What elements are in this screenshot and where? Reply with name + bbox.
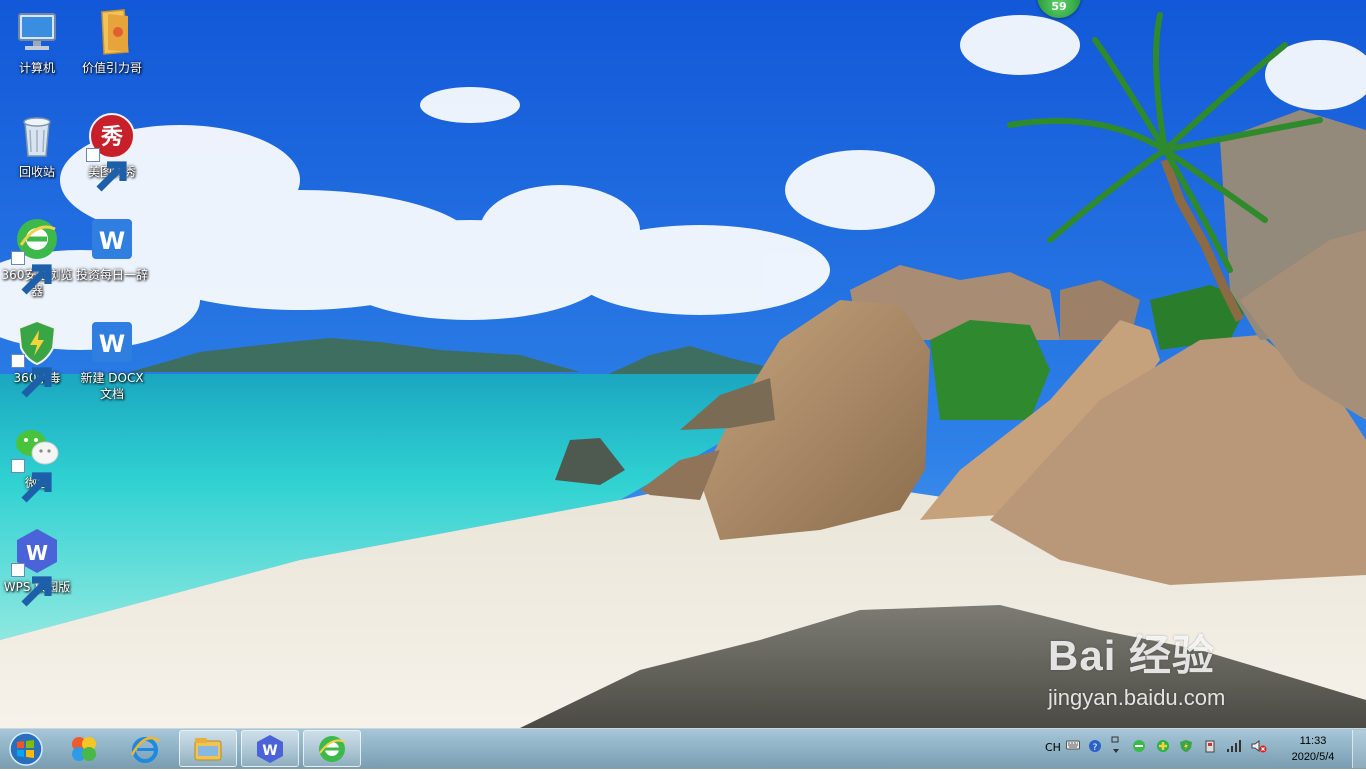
recycle-bin-icon xyxy=(13,112,61,160)
show-desktop-button[interactable] xyxy=(1352,730,1366,768)
desktop-icon-folder[interactable]: 价值引力哥 xyxy=(75,8,149,76)
360-browser-icon xyxy=(319,735,346,762)
wps-icon: W xyxy=(257,734,283,763)
desktop-icon-recycle-bin[interactable]: 回收站 xyxy=(0,112,74,180)
svg-text:?: ? xyxy=(1093,743,1098,753)
taskbar-360-app-store[interactable] xyxy=(55,730,113,767)
taskbar-360-browser[interactable] xyxy=(303,730,361,767)
desktop-icon-360-antivirus[interactable]: 360杀毒 xyxy=(0,318,74,398)
baidu-jingyan-watermark: Bai 经验 jingyan.baidu.com xyxy=(1048,622,1225,711)
taskbar-file-explorer[interactable] xyxy=(179,730,237,767)
keyboard-icon[interactable] xyxy=(1066,739,1080,754)
taskbar: W CH ? 11:33 2020/5/4 xyxy=(0,728,1366,769)
desktop-icon-computer[interactable]: 计算机 xyxy=(0,8,74,76)
shortcut-arrow-icon xyxy=(11,354,52,398)
watermark-logo-text: Bai 经验 xyxy=(1048,632,1216,679)
desktop-icon-label: 回收站 xyxy=(18,165,55,179)
language-indicator[interactable]: CH xyxy=(1045,741,1061,754)
360-antivirus-icon xyxy=(11,318,61,398)
svg-text:W: W xyxy=(99,227,125,255)
desktop-icon-wechat[interactable]: 微信 xyxy=(0,423,74,503)
wps-writer-icon: W xyxy=(88,215,136,263)
shortcut-arrow-icon xyxy=(11,251,52,295)
file-explorer-icon xyxy=(194,737,222,760)
start-button[interactable] xyxy=(4,731,48,767)
windows-start-icon xyxy=(9,732,43,766)
taskbar-internet-explorer[interactable] xyxy=(116,730,174,767)
wps-campus-icon: W xyxy=(11,527,61,607)
360-app-store-icon xyxy=(72,736,96,761)
svg-text:W: W xyxy=(99,330,125,358)
system-clock[interactable]: 11:33 2020/5/4 xyxy=(1288,733,1338,765)
svg-text:W: W xyxy=(262,743,277,759)
shortcut-arrow-icon xyxy=(11,563,52,607)
help-icon[interactable]: ? xyxy=(1088,739,1102,756)
360-plus-icon[interactable] xyxy=(1156,739,1170,756)
signal-icon[interactable] xyxy=(1226,739,1242,756)
wechat-icon xyxy=(11,423,61,503)
computer-icon xyxy=(13,8,61,56)
meitu-icon: 秀 xyxy=(86,112,136,192)
watermark-url: jingyan.baidu.com xyxy=(1048,685,1226,710)
desktop-icon-label: 投资每日一辞 xyxy=(75,268,148,282)
clock-time: 11:33 xyxy=(1299,735,1327,747)
desktop-icon-wps-doc-1[interactable]: W 投资每日一辞 xyxy=(75,215,149,283)
wps-writer-icon: W xyxy=(88,318,136,366)
shortcut-arrow-icon xyxy=(11,459,52,503)
360-browser-tray-icon[interactable] xyxy=(1132,739,1146,756)
desktop-icon-meitu[interactable]: 秀 美图秀秀 xyxy=(75,112,149,192)
desktop-icon-label: 计算机 xyxy=(18,61,55,75)
clock-date: 2020/5/4 xyxy=(1291,751,1335,763)
folder-icon xyxy=(88,8,136,56)
shield-icon[interactable] xyxy=(1179,739,1193,756)
shortcut-arrow-icon xyxy=(86,148,127,192)
desktop-icon-wps-campus[interactable]: W WPS 校园版 xyxy=(0,527,74,607)
taskbar-wps[interactable]: W xyxy=(241,730,299,767)
volume-muted-icon[interactable] xyxy=(1251,739,1267,756)
internet-explorer-icon xyxy=(130,736,160,763)
360-browser-icon xyxy=(11,215,61,295)
svg-text:W: W xyxy=(26,541,48,565)
desktop-icon-wps-doc-2[interactable]: W 新建 DOCX 文档 xyxy=(75,318,149,402)
desktop-icon-360-browser[interactable]: 360安全浏览器 xyxy=(0,215,74,299)
desktop-icon-label: 新建 DOCX 文档 xyxy=(80,371,144,401)
svg-text:秀: 秀 xyxy=(100,125,123,150)
desktop-icon-label: 价值引力哥 xyxy=(81,61,142,75)
device-icon[interactable] xyxy=(1203,739,1217,756)
arrow-up-icon[interactable] xyxy=(1110,735,1122,762)
